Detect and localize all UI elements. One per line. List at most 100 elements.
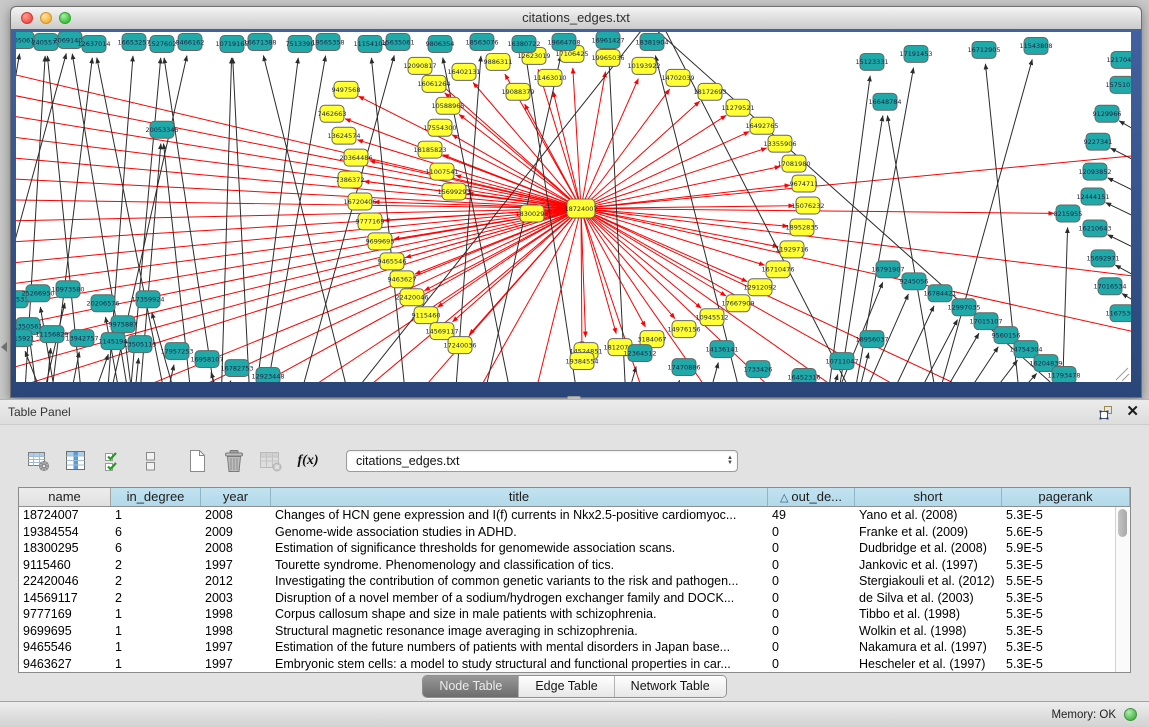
- panel-collapse-arrow-icon[interactable]: [1, 342, 7, 352]
- graph-node[interactable]: 9465546: [378, 253, 407, 270]
- graph-node[interactable]: 9886311: [484, 53, 513, 70]
- graph-node[interactable]: 1733426: [744, 361, 773, 378]
- graph-node[interactable]: 14136141: [705, 341, 738, 358]
- graph-node[interactable]: 10973580: [51, 281, 84, 298]
- column-header-year[interactable]: year: [201, 488, 271, 506]
- graph-node[interactable]: 16720406: [343, 193, 376, 210]
- graph-node[interactable]: 12364512: [623, 345, 656, 362]
- table-row[interactable]: 969969511998Structural magnetic resonanc…: [19, 623, 1130, 640]
- graph-node[interactable]: 18381904: [635, 33, 668, 50]
- table-row[interactable]: 1830029562008Estimation of significance …: [19, 540, 1130, 557]
- graph-node[interactable]: 16958107: [190, 351, 223, 368]
- delete-table-button[interactable]: [256, 447, 286, 475]
- graph-node[interactable]: 19565358: [311, 33, 344, 50]
- tab-node-table[interactable]: Node Table: [423, 676, 518, 697]
- graph-node[interactable]: 20053346: [145, 121, 178, 138]
- graph-node[interactable]: 11929716: [775, 241, 808, 258]
- graph-node[interactable]: 9975887: [109, 316, 138, 333]
- graph-node[interactable]: 17667909: [721, 295, 754, 312]
- column-header-title[interactable]: title: [271, 488, 768, 506]
- graph-node[interactable]: 17554300: [423, 119, 456, 136]
- unselect-all-button[interactable]: [135, 447, 165, 475]
- graph-node[interactable]: 8466162: [176, 33, 205, 50]
- graph-node[interactable]: 16712905: [967, 41, 1000, 58]
- graph-node[interactable]: 10588965: [431, 97, 464, 114]
- function-builder-button[interactable]: f(x): [293, 447, 323, 475]
- graph-node[interactable]: 16784421: [923, 285, 956, 302]
- table-row[interactable]: 2242004622012Investigating the contribut…: [19, 573, 1130, 590]
- graph-node[interactable]: 8215955: [1054, 205, 1083, 222]
- modify-table-button[interactable]: [24, 447, 54, 475]
- delete-icon[interactable]: [219, 447, 249, 475]
- graph-node[interactable]: 16961427: [591, 32, 624, 48]
- graph-node[interactable]: 17470886: [667, 359, 700, 376]
- graph-node[interactable]: 20364486: [339, 149, 372, 166]
- graph-node[interactable]: 16492765: [745, 117, 778, 134]
- table-selector[interactable]: citations_edges.txt ▲▼: [346, 450, 738, 472]
- column-header-pagerank[interactable]: pagerank: [1002, 488, 1130, 506]
- graph-node[interactable]: 11675309: [1105, 305, 1131, 322]
- graph-node[interactable]: 13942757: [65, 330, 98, 347]
- table-row[interactable]: 946554611997Estimation of the future num…: [19, 639, 1130, 656]
- graph-node[interactable]: 17016534: [1093, 278, 1126, 295]
- graph-node[interactable]: 9463627: [388, 271, 417, 288]
- graph-node[interactable]: 13505115: [123, 336, 156, 353]
- column-header-in_degree[interactable]: in_degree: [111, 488, 201, 506]
- tab-network-table[interactable]: Network Table: [614, 676, 726, 697]
- graph-node[interactable]: 1527602: [148, 35, 177, 52]
- graph-node[interactable]: 16653257: [117, 33, 150, 50]
- graph-node[interactable]: 19088379: [501, 83, 534, 100]
- graph-node[interactable]: 18172693: [693, 83, 726, 100]
- show-columns-button[interactable]: [61, 447, 91, 475]
- float-panel-icon[interactable]: [1099, 405, 1114, 420]
- column-header-short[interactable]: short: [855, 488, 1002, 506]
- graph-node[interactable]: 18952835: [785, 219, 818, 236]
- graph-node[interactable]: 12170409: [1106, 51, 1131, 68]
- graph-hub-node[interactable]: 18724007: [564, 199, 597, 218]
- graph-node[interactable]: 14976156: [667, 321, 700, 338]
- graph-node[interactable]: 9806354: [426, 35, 455, 52]
- graph-node[interactable]: 12090817: [403, 57, 436, 74]
- graph-node[interactable]: 12912092: [743, 279, 776, 296]
- graph-node[interactable]: 9129966: [1093, 105, 1122, 122]
- graph-node[interactable]: 19664708: [547, 33, 580, 50]
- column-header-name[interactable]: name: [19, 488, 111, 506]
- graph-node[interactable]: 18956037: [855, 331, 888, 348]
- network-canvas[interactable]: 1872400794975687462663136245742036448673…: [16, 32, 1131, 382]
- table-row[interactable]: 1872400712008Changes of HCN gene express…: [19, 507, 1130, 524]
- canvas-resize-grip-icon[interactable]: [1116, 368, 1129, 381]
- graph-node[interactable]: 16782753: [220, 360, 253, 377]
- graph-node[interactable]: 16210643: [1078, 220, 1111, 237]
- graph-node[interactable]: 9245056: [900, 273, 929, 290]
- graph-node[interactable]: 15076232: [791, 197, 824, 214]
- graph-node[interactable]: 9497568: [332, 81, 361, 98]
- graph-node[interactable]: 15751074: [1105, 76, 1131, 93]
- graph-node[interactable]: 18563076: [465, 33, 498, 50]
- graph-node[interactable]: 15692971: [1086, 250, 1119, 267]
- graph-node[interactable]: 18185823: [413, 141, 446, 158]
- tab-edge-table[interactable]: Edge Table: [518, 676, 613, 697]
- graph-node[interactable]: 12923448: [251, 368, 284, 382]
- new-file-button[interactable]: [182, 447, 212, 475]
- graph-node[interactable]: 14702039: [661, 69, 694, 86]
- graph-node[interactable]: 16791907: [871, 261, 904, 278]
- table-row[interactable]: 977716911998Corpus callosum shape and si…: [19, 606, 1130, 623]
- table-scrollbar[interactable]: [1115, 507, 1130, 672]
- graph-node[interactable]: 16648784: [868, 93, 901, 110]
- table-row[interactable]: 1456911722003Disruption of a novel membe…: [19, 590, 1130, 607]
- graph-node[interactable]: 19965036: [591, 49, 624, 66]
- graph-node[interactable]: 7462663: [318, 105, 347, 122]
- scrollbar-thumb[interactable]: [1118, 509, 1127, 537]
- graph-node[interactable]: 16380722: [507, 35, 540, 52]
- graph-node[interactable]: 17081980: [777, 155, 810, 172]
- graph-node[interactable]: 16452316: [787, 369, 820, 382]
- table-row[interactable]: 946362711997Embryonic stem cells: a mode…: [19, 656, 1130, 673]
- graph-node[interactable]: 22420046: [395, 289, 428, 306]
- graph-node[interactable]: 17240036: [443, 337, 476, 354]
- graph-node[interactable]: 13355906: [763, 135, 796, 152]
- graph-node[interactable]: 9674711: [790, 175, 819, 192]
- graph-node[interactable]: 10945512: [695, 309, 728, 326]
- graph-node[interactable]: 10193922: [627, 57, 660, 74]
- graph-node[interactable]: 17957253: [160, 343, 193, 360]
- graph-node[interactable]: 7513399: [286, 35, 315, 52]
